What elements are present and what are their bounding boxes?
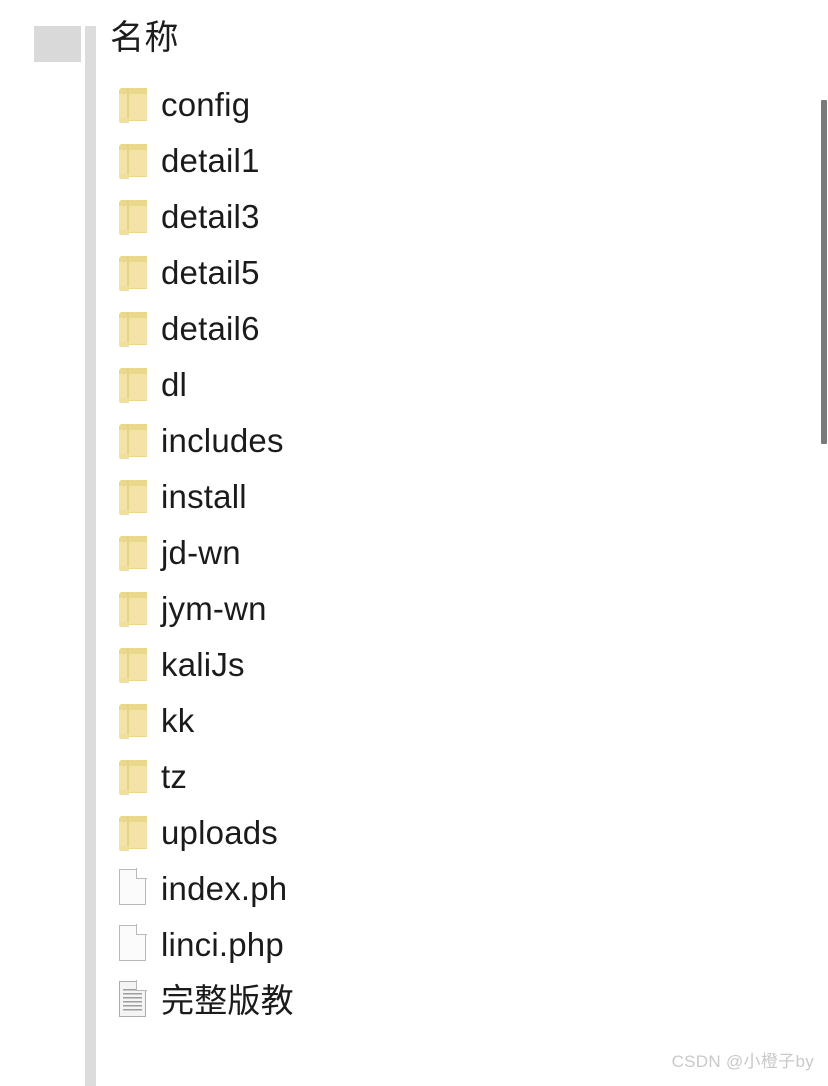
list-item[interactable]: 完整版教 <box>96 972 305 1028</box>
list-item-label: jd-wn <box>161 533 241 571</box>
list-item-label: kk <box>161 701 195 739</box>
folder-icon <box>118 84 147 124</box>
file-icon <box>118 866 148 908</box>
text-document-icon <box>118 978 148 1020</box>
list-item-label: dl <box>161 365 188 403</box>
list-item-label: linci.php <box>161 925 284 963</box>
list-item-label: detail6 <box>161 309 260 347</box>
file-icon <box>118 922 148 964</box>
left-column-header-block <box>34 26 81 62</box>
list-item-label: detail3 <box>161 197 260 235</box>
list-item-label: detail1 <box>161 141 260 179</box>
list-item-label: kaliJs <box>161 645 245 683</box>
list-item-label: index.ph <box>161 869 288 907</box>
column-divider <box>85 26 96 1086</box>
list-item[interactable]: dl <box>96 356 305 412</box>
folder-icon <box>118 140 147 180</box>
watermark-text: CSDN @小橙子by <box>671 1052 814 1071</box>
file-list-viewport: 名称 config detail1 detail3 detail5 detail6 dl i… <box>96 0 305 1086</box>
folder-icon <box>118 644 147 684</box>
folder-icon <box>118 476 147 516</box>
list-item[interactable]: detail6 <box>96 300 305 356</box>
list-item[interactable]: install <box>96 468 305 524</box>
list-item[interactable]: linci.php <box>96 916 305 972</box>
file-explorer-pane: 名称 config detail1 detail3 detail5 detail6 dl i… <box>0 0 828 1086</box>
file-list: config detail1 detail3 detail5 detail6 dl incl… <box>96 76 305 1028</box>
folder-icon <box>118 756 147 796</box>
list-item[interactable]: jym-wn <box>96 580 305 636</box>
column-header-name[interactable]: 名称 <box>110 14 179 62</box>
vertical-scrollbar-thumb[interactable] <box>821 100 827 444</box>
list-item[interactable]: detail3 <box>96 188 305 244</box>
list-item[interactable]: detail5 <box>96 244 305 300</box>
list-item-label: tz <box>161 757 188 795</box>
folder-icon <box>118 588 147 628</box>
folder-icon <box>118 532 147 572</box>
list-item-label: uploads <box>161 813 278 851</box>
list-item[interactable]: jd-wn <box>96 524 305 580</box>
folder-icon <box>118 364 147 404</box>
list-item-label: install <box>161 477 247 515</box>
list-item-label: detail5 <box>161 253 260 291</box>
list-item[interactable]: kaliJs <box>96 636 305 692</box>
list-item-label: 完整版教 <box>161 981 294 1019</box>
vertical-scrollbar-track[interactable] <box>816 0 828 1086</box>
folder-icon <box>118 420 147 460</box>
list-item-label: config <box>161 85 251 123</box>
list-item[interactable]: config <box>96 76 305 132</box>
list-item[interactable]: includes <box>96 412 305 468</box>
folder-icon <box>118 812 147 852</box>
folder-icon <box>118 196 147 236</box>
list-item[interactable]: kk <box>96 692 305 748</box>
folder-icon <box>118 700 147 740</box>
list-item[interactable]: tz <box>96 748 305 804</box>
folder-icon <box>118 308 147 348</box>
list-item[interactable]: uploads <box>96 804 305 860</box>
list-item[interactable]: detail1 <box>96 132 305 188</box>
list-item-label: jym-wn <box>161 589 267 627</box>
folder-icon <box>118 252 147 292</box>
list-item[interactable]: index.ph <box>96 860 305 916</box>
list-item-label: includes <box>161 421 284 459</box>
